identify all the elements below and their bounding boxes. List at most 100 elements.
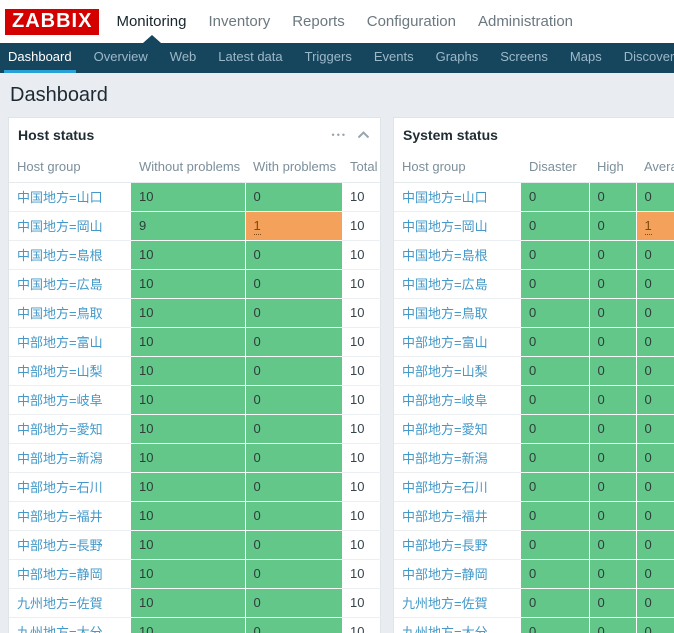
cell-with: 1 (244, 210, 342, 240)
zabbix-logo[interactable]: ZABBIX (5, 8, 100, 35)
problem-count-link[interactable]: 1 (644, 218, 652, 235)
sub-nav-item-screens[interactable]: Screens (496, 43, 552, 73)
host-group-link[interactable]: 中部地方=岐阜 (402, 393, 488, 408)
host-group-link[interactable]: 中部地方=石川 (402, 480, 488, 495)
cell-with: 0 (244, 413, 342, 443)
sub-nav-item-dashboard[interactable]: Dashboard (4, 43, 76, 73)
cell-disaster: 0 (521, 587, 589, 617)
host-group-link[interactable]: 中部地方=静岡 (17, 567, 103, 582)
main-nav-item-administration[interactable]: Administration (467, 0, 584, 43)
cell-with: 0 (244, 587, 342, 617)
cell-with: 0 (244, 182, 342, 211)
host-group-link[interactable]: 中部地方=福井 (17, 509, 103, 524)
cell-without: 10 (131, 500, 245, 530)
cell-disaster: 0 (521, 558, 589, 588)
sub-nav-item-web[interactable]: Web (166, 43, 201, 73)
table-row: 中国地方=鳥取 10 0 10 (9, 297, 382, 327)
cell-without: 10 (131, 616, 245, 633)
host-group-link[interactable]: 九州地方=大分 (402, 625, 488, 633)
host-group-link[interactable]: 九州地方=佐賀 (402, 596, 488, 611)
host-group-link[interactable]: 中国地方=広島 (17, 277, 103, 292)
host-group-link[interactable]: 中部地方=山梨 (17, 364, 103, 379)
host-group-link[interactable]: 中国地方=山口 (402, 190, 488, 205)
main-nav: Monitoring Inventory Reports Configuration A… (105, 0, 584, 43)
sub-nav-item-graphs[interactable]: Graphs (432, 43, 483, 73)
host-group-link[interactable]: 中部地方=福井 (402, 509, 488, 524)
cell-without: 10 (131, 355, 245, 385)
sub-nav-item-discovery[interactable]: Discovery (620, 43, 674, 73)
host-group-link[interactable]: 中部地方=新潟 (17, 451, 103, 466)
table-row: 中部地方=静岡 0 0 0 (394, 558, 674, 588)
cell-host-group: 中部地方=岐阜 (394, 384, 521, 414)
cell-high: 0 (588, 182, 636, 211)
cell-host-group: 中部地方=岐阜 (9, 384, 131, 414)
table-row: 中部地方=富山 0 0 0 (394, 326, 674, 356)
column-header-high: High (589, 151, 636, 183)
host-group-link[interactable]: 中部地方=愛知 (402, 422, 488, 437)
host-group-link[interactable]: 中国地方=岡山 (402, 219, 488, 234)
cell-without: 10 (131, 384, 245, 414)
host-group-link[interactable]: 中部地方=愛知 (17, 422, 103, 437)
table-row: 中部地方=石川 0 0 0 (394, 471, 674, 501)
cell-host-group: 中部地方=石川 (9, 471, 131, 501)
host-group-link[interactable]: 九州地方=佐賀 (17, 596, 103, 611)
cell-average: 1 (635, 210, 674, 240)
host-group-link[interactable]: 中国地方=山口 (17, 190, 103, 205)
host-group-link[interactable]: 中部地方=長野 (402, 538, 488, 553)
cell-with: 0 (244, 471, 342, 501)
cell-host-group: 中部地方=山梨 (394, 355, 521, 385)
cell-average: 0 (635, 268, 674, 298)
main-nav-item-configuration[interactable]: Configuration (356, 0, 467, 43)
cell-total: 10 (342, 413, 382, 443)
cell-host-group: 中部地方=新潟 (9, 442, 131, 472)
host-group-link[interactable]: 中国地方=島根 (402, 248, 488, 263)
cell-without: 10 (131, 529, 245, 559)
cell-high: 0 (588, 297, 636, 327)
host-group-link[interactable]: 中部地方=長野 (17, 538, 103, 553)
cell-without: 10 (131, 471, 245, 501)
sub-nav-item-events[interactable]: Events (370, 43, 418, 73)
cell-with: 0 (244, 239, 342, 269)
host-group-link[interactable]: 中部地方=山梨 (402, 364, 488, 379)
cell-host-group: 中部地方=静岡 (9, 558, 131, 588)
host-status-widget-title: Host status (18, 127, 95, 143)
host-group-link[interactable]: 中国地方=鳥取 (17, 306, 103, 321)
sub-nav-item-latest-data[interactable]: Latest data (214, 43, 286, 73)
sub-nav-item-overview[interactable]: Overview (90, 43, 152, 73)
host-group-link[interactable]: 中部地方=新潟 (402, 451, 488, 466)
table-row: 中部地方=新潟 10 0 10 (9, 442, 382, 472)
host-group-link[interactable]: 中部地方=静岡 (402, 567, 488, 582)
host-group-link[interactable]: 中国地方=島根 (17, 248, 103, 263)
host-group-link[interactable]: 中国地方=広島 (402, 277, 488, 292)
host-group-link[interactable]: 九州地方=大分 (17, 625, 103, 633)
sub-nav-item-maps[interactable]: Maps (566, 43, 606, 73)
table-row: 中部地方=石川 10 0 10 (9, 471, 382, 501)
cell-total: 10 (342, 587, 382, 617)
cell-high: 0 (588, 268, 636, 298)
host-group-link[interactable]: 中国地方=岡山 (17, 219, 103, 234)
table-row: 中国地方=鳥取 0 0 0 (394, 297, 674, 327)
cell-total: 10 (342, 500, 382, 530)
host-group-link[interactable]: 中部地方=石川 (17, 480, 103, 495)
widget-menu-icon[interactable]: ••• (332, 130, 347, 140)
main-nav-item-reports[interactable]: Reports (281, 0, 356, 43)
main-nav-item-inventory[interactable]: Inventory (198, 0, 282, 43)
system-status-widget-header: System status ••• (394, 118, 674, 151)
cell-host-group: 中部地方=長野 (9, 529, 131, 559)
host-group-link[interactable]: 中部地方=富山 (402, 335, 488, 350)
sub-nav-item-triggers[interactable]: Triggers (301, 43, 356, 73)
cell-without: 10 (131, 297, 245, 327)
host-group-link[interactable]: 中部地方=富山 (17, 335, 103, 350)
cell-with: 0 (244, 500, 342, 530)
cell-high: 0 (588, 210, 636, 240)
widget-actions: ••• (332, 130, 370, 140)
cell-total: 10 (342, 529, 382, 559)
host-group-link[interactable]: 中国地方=鳥取 (402, 306, 488, 321)
dashboard-content: Host status ••• Host group Without proble… (0, 117, 674, 633)
cell-disaster: 0 (521, 182, 589, 211)
host-group-link[interactable]: 中部地方=岐阜 (17, 393, 103, 408)
cell-average: 0 (635, 442, 674, 472)
chevron-up-icon[interactable] (357, 131, 370, 139)
problem-count-link[interactable]: 1 (253, 218, 261, 235)
cell-host-group: 中国地方=島根 (9, 239, 131, 269)
